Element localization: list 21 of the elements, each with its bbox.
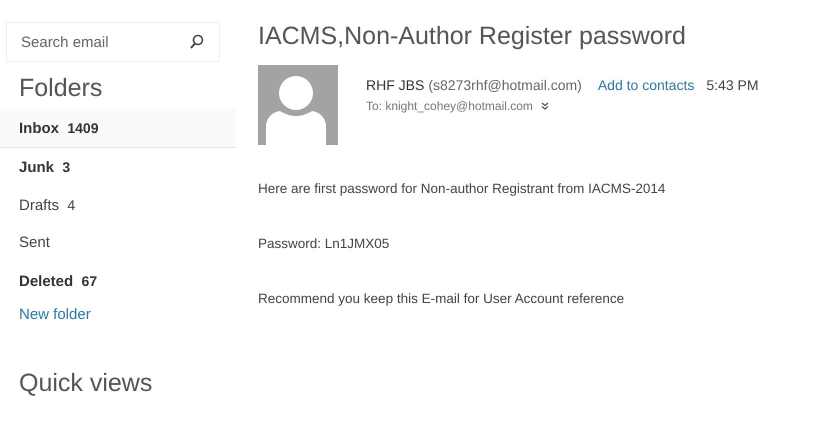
double-chevron-down-icon[interactable]	[540, 102, 549, 110]
message-text: Recommend you keep this E-mail for User Account reference	[258, 291, 626, 306]
message-subject: IACMS,Non-Author Register password	[258, 22, 687, 51]
folders-heading: Folders	[18, 74, 104, 103]
quick-views-heading: Quick views	[18, 369, 154, 398]
sender-email: (s8273rhf@hotmail.com)	[428, 77, 582, 93]
message-time: 5:43 PM	[706, 77, 758, 93]
folder-item[interactable]: Sent	[0, 224, 236, 262]
search-field[interactable]: Search email	[6, 22, 220, 62]
avatar-placeholder-icon	[258, 65, 338, 145]
add-to-contacts-link[interactable]: Add to contacts	[598, 77, 694, 93]
folder-item[interactable]: Junk 3	[0, 148, 236, 186]
search-icon[interactable]	[190, 34, 204, 50]
sender-name: RHF JBS	[366, 77, 424, 93]
folder-item[interactable]: Deleted 67	[0, 262, 236, 300]
folder-item[interactable]: Drafts 4	[0, 186, 236, 224]
new-folder-link[interactable]: New folder	[0, 300, 236, 329]
recipient-line: To: knight_cohey@hotmail.com	[366, 99, 533, 113]
folder-item[interactable]: Inbox 1409	[0, 109, 236, 148]
message-text: Password: Ln1JMX05	[258, 236, 390, 251]
message-text: Here are first password for Non-author Registrant from IACMS-2014	[258, 181, 666, 196]
